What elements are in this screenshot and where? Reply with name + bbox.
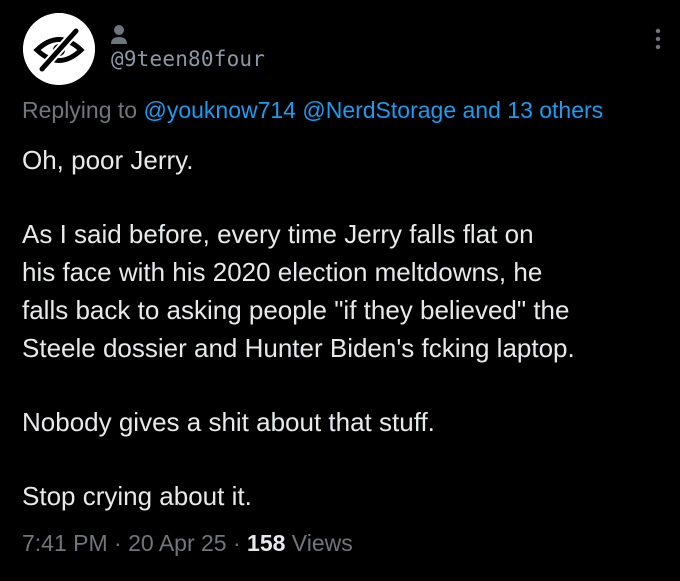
tweet-line: Steele dossier and Hunter Biden's fcking…	[22, 333, 575, 363]
more-vertical-icon[interactable]	[648, 24, 668, 54]
tweet-line: Oh, poor Jerry.	[22, 145, 194, 175]
mention-link[interactable]: @youknow714	[143, 97, 296, 123]
meta-separator: ·	[232, 530, 241, 556]
replying-to-line: Replying to @youknow714 @NerdStorage and…	[22, 97, 603, 124]
tweet-line: falls back to asking people "if they bel…	[22, 295, 570, 325]
meta-separator: ·	[114, 530, 122, 556]
person-icon	[111, 25, 127, 44]
eye-slash-icon	[23, 13, 95, 85]
others-link[interactable]: and 13 others	[463, 97, 604, 123]
tweet-line: his face with his 2020 election meltdown…	[22, 257, 543, 287]
tweet-time[interactable]: 7:41 PM	[22, 530, 108, 556]
tweet-line: As I said before, every time Jerry falls…	[22, 219, 534, 249]
avatar[interactable]	[23, 13, 95, 85]
tweet-meta: 7:41 PM · 20 Apr 25 · 158 Views	[22, 530, 353, 557]
views-label: Views	[291, 530, 353, 556]
tweet-line: Stop crying about it.	[22, 481, 252, 511]
tweet-date[interactable]: 20 Apr 25	[128, 530, 226, 556]
user-handle[interactable]: @9teen80four	[111, 47, 265, 71]
replying-prefix: Replying to	[22, 97, 138, 123]
mention-link[interactable]: @NerdStorage	[302, 97, 456, 123]
views-count[interactable]: 158	[247, 530, 285, 556]
tweet-line: Nobody gives a shit about that stuff.	[22, 407, 435, 437]
